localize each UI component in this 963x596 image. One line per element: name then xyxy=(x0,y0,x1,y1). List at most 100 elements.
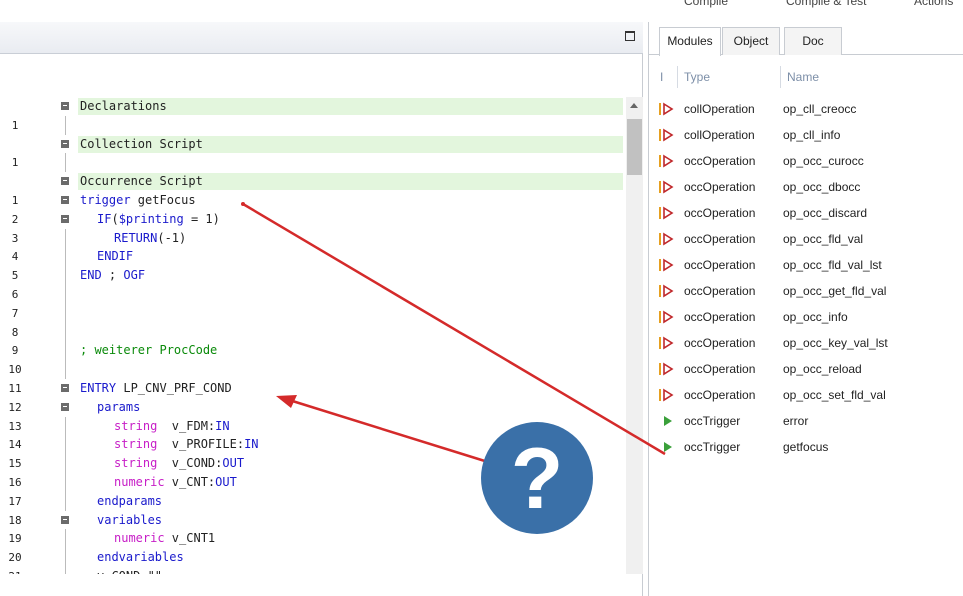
code-line[interactable]: 14 string v_PROFILE:IN xyxy=(0,435,628,454)
compile-test-button[interactable]: Compile & Test xyxy=(786,0,866,8)
code-line[interactable]: 10 xyxy=(0,360,628,379)
code-token: Occurrence Script xyxy=(80,174,203,188)
line-number: 11 xyxy=(8,382,22,395)
module-row[interactable]: occOperation op_occ_dbocc xyxy=(649,174,963,200)
code-token: LP_CNV_PRF_COND xyxy=(116,381,232,395)
code-token: IN xyxy=(244,437,259,451)
operation-icon xyxy=(657,226,679,252)
tab-doc[interactable]: Doc xyxy=(784,27,842,55)
trigger-icon xyxy=(657,408,679,434)
code-line[interactable]: 3 RETURN(-1) xyxy=(0,229,628,248)
code-line[interactable]: 21 v_COND="" xyxy=(0,567,628,574)
fold-guide xyxy=(65,153,66,172)
module-name: op_cll_info xyxy=(783,128,841,142)
fold-toggle-icon[interactable] xyxy=(61,403,69,411)
line-number: 4 xyxy=(11,250,19,263)
module-type: occOperation xyxy=(684,310,756,324)
module-name: op_occ_discard xyxy=(783,206,868,220)
code-text: RETURN(-1) xyxy=(114,229,186,248)
column-header-name[interactable]: Name xyxy=(787,70,819,84)
module-row[interactable]: occOperation op_occ_info xyxy=(649,304,963,330)
module-row[interactable]: occOperation op_occ_fld_val xyxy=(649,226,963,252)
module-row[interactable]: occOperation op_occ_discard xyxy=(649,200,963,226)
module-row[interactable]: occTrigger error xyxy=(649,408,963,434)
fold-toggle-icon[interactable] xyxy=(61,215,69,223)
fold-guide xyxy=(65,417,66,436)
code-text: string v_COND:OUT xyxy=(114,454,244,473)
fold-toggle-icon[interactable] xyxy=(61,140,69,148)
code-line[interactable]: 7 xyxy=(0,304,628,323)
code-line[interactable]: 15 string v_COND:OUT xyxy=(0,454,628,473)
code-line[interactable]: 18 variables xyxy=(0,511,628,530)
code-area[interactable]: Declarations 1 Collection Script 1 Occurrenc… xyxy=(0,97,628,574)
fold-guide xyxy=(65,304,66,323)
code-line[interactable]: 2 IF($printing = 1) xyxy=(0,210,628,229)
list-header: I Type Name xyxy=(649,66,963,90)
code-token: endvariables xyxy=(97,550,184,564)
code-token: v_PROFILE: xyxy=(157,437,245,451)
code-line[interactable]: 1 trigger getFocus xyxy=(0,191,628,210)
code-line[interactable]: 1 xyxy=(0,116,628,135)
editor-scrollbar[interactable] xyxy=(626,97,643,574)
code-text: numeric v_CNT:OUT xyxy=(114,473,237,492)
maximize-icon[interactable] xyxy=(625,31,635,41)
code-line[interactable]: 12 params xyxy=(0,398,628,417)
code-token: OGF xyxy=(123,268,146,282)
module-type: occOperation xyxy=(684,154,756,168)
code-line[interactable]: 17 endparams xyxy=(0,492,628,511)
tab-object[interactable]: Object xyxy=(722,27,780,55)
actions-button[interactable]: Actions xyxy=(914,0,953,8)
scroll-up-icon[interactable] xyxy=(630,103,638,108)
column-divider xyxy=(780,66,781,88)
code-line[interactable]: Collection Script xyxy=(0,135,628,154)
fold-guide xyxy=(65,247,66,266)
code-line[interactable]: 11 ENTRY LP_CNV_PRF_COND xyxy=(0,379,628,398)
code-line[interactable]: 19 numeric v_CNT1 xyxy=(0,529,628,548)
code-token: string xyxy=(114,419,158,433)
code-line[interactable]: 8 xyxy=(0,323,628,342)
module-row[interactable]: occOperation op_occ_reload xyxy=(649,356,963,382)
code-text: Occurrence Script xyxy=(80,172,203,191)
code-line[interactable]: 6 xyxy=(0,285,628,304)
code-line[interactable]: 20 endvariables xyxy=(0,548,628,567)
code-token: OUT xyxy=(215,475,237,489)
code-token: ; weiterer ProcCode xyxy=(80,343,218,357)
code-line[interactable]: 16 numeric v_CNT:OUT xyxy=(0,473,628,492)
code-line[interactable]: 5 END ; OGF xyxy=(0,266,628,285)
column-header-type[interactable]: Type xyxy=(684,70,710,84)
module-row[interactable]: occOperation op_occ_get_fld_val xyxy=(649,278,963,304)
code-text: endvariables xyxy=(97,548,184,567)
module-name: op_occ_reload xyxy=(783,362,862,376)
fold-toggle-icon[interactable] xyxy=(61,516,69,524)
fold-guide xyxy=(65,454,66,473)
module-row[interactable]: occOperation op_occ_fld_val_lst xyxy=(649,252,963,278)
fold-guide xyxy=(65,229,66,248)
module-row[interactable]: occOperation op_occ_set_fld_val xyxy=(649,382,963,408)
module-row[interactable]: occOperation op_occ_curocc xyxy=(649,148,963,174)
module-row[interactable]: collOperation op_cll_creocc xyxy=(649,96,963,122)
code-line[interactable]: Declarations xyxy=(0,97,628,116)
fold-toggle-icon[interactable] xyxy=(61,384,69,392)
code-text: IF($printing = 1) xyxy=(97,210,220,229)
code-text: v_COND="" xyxy=(97,567,162,574)
module-row[interactable]: occOperation op_occ_key_val_lst xyxy=(649,330,963,356)
code-text: Declarations xyxy=(80,97,167,116)
module-row[interactable]: collOperation op_cll_info xyxy=(649,122,963,148)
module-row[interactable]: occTrigger getfocus xyxy=(649,434,963,460)
fold-toggle-icon[interactable] xyxy=(61,177,69,185)
operation-icon xyxy=(657,382,679,408)
tab-modules[interactable]: Modules xyxy=(659,27,721,56)
code-line[interactable]: 4 ENDIF xyxy=(0,247,628,266)
scroll-thumb[interactable] xyxy=(627,119,642,175)
code-line[interactable]: 13 string v_FDM:IN xyxy=(0,417,628,436)
fold-toggle-icon[interactable] xyxy=(61,102,69,110)
code-line[interactable]: 9 ; weiterer ProcCode xyxy=(0,341,628,360)
compile-button[interactable]: Compile xyxy=(684,0,728,8)
code-line[interactable]: 1 xyxy=(0,153,628,172)
line-number: 18 xyxy=(8,514,22,527)
column-header-flag[interactable]: I xyxy=(660,70,663,84)
code-line[interactable]: Occurrence Script xyxy=(0,172,628,191)
fold-guide xyxy=(65,323,66,342)
module-type: occOperation xyxy=(684,362,756,376)
fold-toggle-icon[interactable] xyxy=(61,196,69,204)
